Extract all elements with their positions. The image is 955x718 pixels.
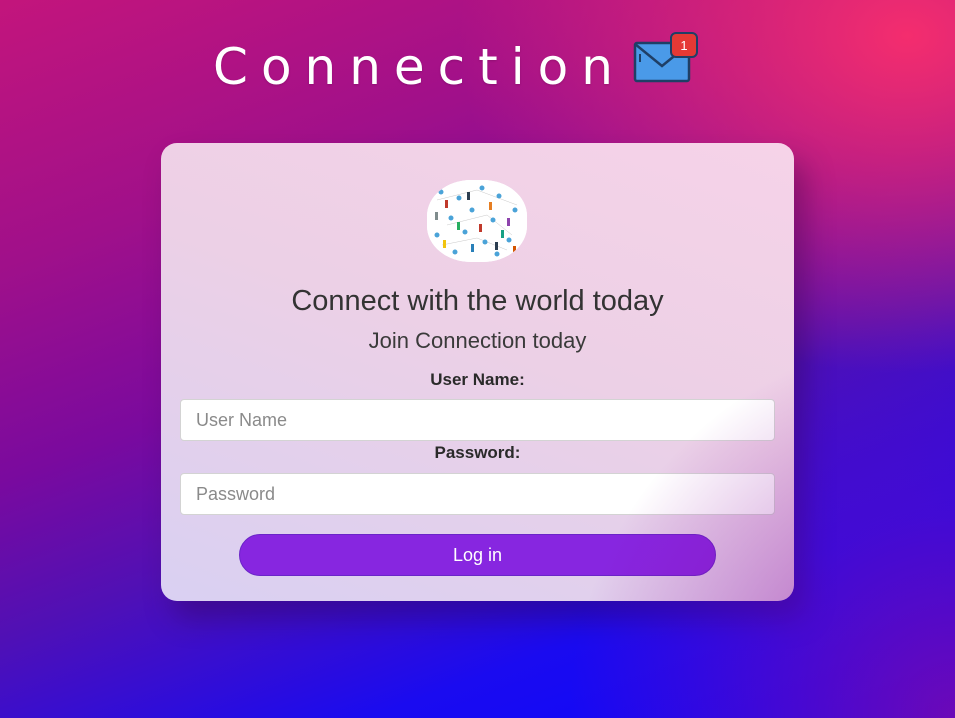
notification-badge: 1	[680, 38, 687, 53]
mail-icon[interactable]: 1	[633, 32, 701, 88]
username-input[interactable]	[180, 399, 775, 441]
headline: Connect with the world today	[291, 285, 664, 317]
password-label: Password:	[434, 443, 521, 462]
login-card: Connect with the world today Join Connec…	[161, 143, 794, 601]
login-button[interactable]: Log in	[239, 534, 716, 576]
subheadline: Join Connection today	[368, 328, 587, 353]
people-network-icon	[427, 180, 527, 262]
header: Connection	[0, 38, 955, 96]
password-input[interactable]	[180, 473, 775, 515]
brand-title: Connection	[213, 38, 626, 96]
username-label: User Name:	[430, 370, 525, 389]
